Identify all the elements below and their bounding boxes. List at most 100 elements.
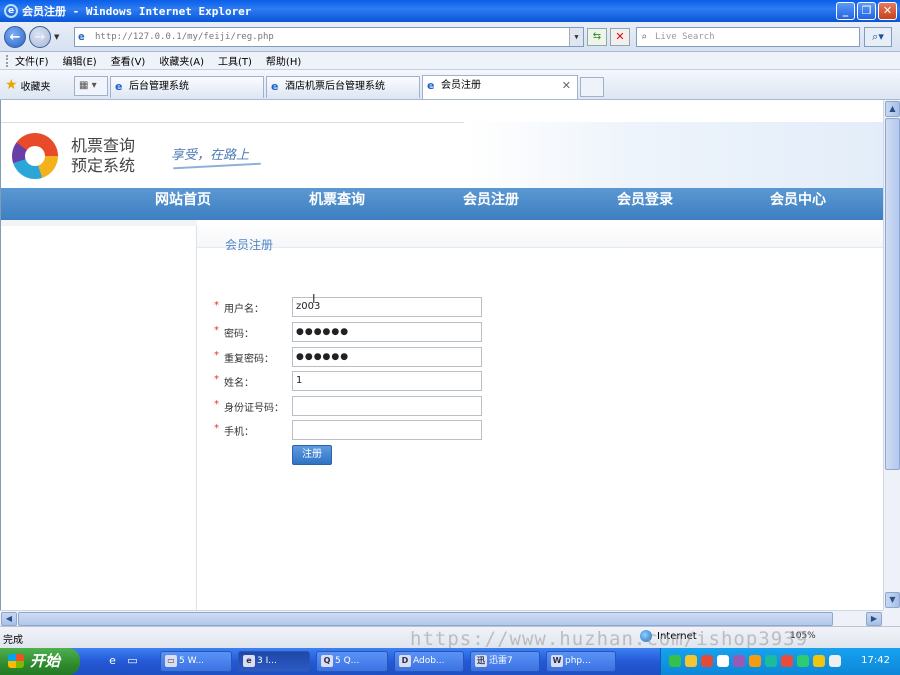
vertical-scrollbar[interactable]: ▲ ▼	[883, 100, 900, 610]
system-tray: 17:42	[660, 648, 900, 675]
task-xunlei[interactable]: 迅迅雷7	[470, 651, 540, 672]
scroll-left-icon[interactable]: ◀	[1, 612, 17, 626]
tab-hotel-admin[interactable]: e 酒店机票后台管理系统	[266, 76, 420, 98]
text-cursor-icon: I	[312, 292, 316, 306]
menu-grip	[6, 54, 9, 67]
scroll-right-icon[interactable]: ▶	[866, 612, 882, 626]
window-title: 会员注册 - Windows Internet Explorer	[22, 5, 252, 18]
favorites-button[interactable]: ★ 收藏夹	[5, 77, 51, 93]
horizontal-scroll-thumb[interactable]	[18, 612, 833, 626]
tray-app-icon[interactable]	[669, 655, 681, 667]
folder-icon: ▭	[165, 655, 177, 667]
required-mark: *	[214, 423, 219, 434]
nav-member-center[interactable]: 会员中心	[770, 188, 826, 220]
scroll-up-icon[interactable]: ▲	[885, 101, 900, 117]
stop-icon[interactable]: ✕	[610, 28, 630, 46]
nav-login[interactable]: 会员登录	[617, 188, 673, 220]
task-qq[interactable]: Q5 Q...	[316, 651, 388, 672]
clock[interactable]: 17:42	[861, 655, 890, 666]
task-adobe[interactable]: D Adob...	[394, 651, 464, 672]
page-icon: e	[78, 30, 85, 43]
name-input[interactable]: 1	[292, 371, 482, 391]
scroll-down-icon[interactable]: ▼	[885, 592, 900, 608]
nav-home[interactable]: 网站首页	[155, 188, 211, 220]
header-banner	[464, 122, 883, 188]
search-field-icon: ⌕	[641, 32, 648, 43]
dreamweaver-icon: D	[399, 655, 411, 667]
history-dropdown-icon[interactable]: ▼	[54, 33, 59, 41]
menu-help[interactable]: 帮助(H)	[266, 53, 301, 68]
phone-input[interactable]	[292, 420, 482, 440]
forward-button[interactable]: →	[29, 26, 51, 48]
form-row-phone: * 手机：	[214, 420, 514, 440]
site-logo-icon	[12, 133, 58, 179]
menu-favorites[interactable]: 收藏夹(A)	[159, 53, 204, 68]
menu-edit[interactable]: 编辑(E)	[63, 53, 97, 68]
start-button[interactable]: 开始	[0, 648, 80, 675]
ie-logo-icon: e	[4, 4, 18, 18]
maximize-button[interactable]: ❐	[857, 2, 876, 20]
form-row-username: * 用户名： z003	[214, 297, 514, 317]
refresh-icon[interactable]: ⇆	[587, 28, 607, 46]
password-label: 密码：	[224, 329, 254, 340]
sidebar	[1, 220, 197, 610]
site-nav: 网站首页 机票查询 会员注册 会员登录 会员中心	[1, 188, 883, 220]
name-label: 姓名：	[224, 378, 254, 389]
tab-bar: ★ 收藏夹 ▦ ▾ e 后台管理系统 e 酒店机票后台管理系统 e 会员注册 ✕	[0, 70, 900, 100]
tray-app-icon[interactable]	[765, 655, 777, 667]
required-mark: *	[214, 399, 219, 410]
address-toolbar: ← → ▼ e http://127.0.0.1/my/feiji/reg.ph…	[0, 22, 900, 52]
username-input[interactable]: z003	[292, 297, 482, 317]
minimize-button[interactable]: _	[836, 2, 855, 20]
tray-app-icon[interactable]	[797, 655, 809, 667]
id-number-input[interactable]	[292, 396, 482, 416]
tray-app-icon[interactable]	[717, 655, 729, 667]
task-ie[interactable]: e3 I...	[238, 651, 310, 672]
form-row-name: * 姓名： 1	[214, 371, 514, 391]
back-button[interactable]: ←	[4, 26, 26, 48]
form-row-id-number: * 身份证号码：	[214, 396, 514, 416]
phone-label: 手机：	[224, 427, 254, 438]
quick-tabs-button[interactable]: ▦ ▾	[74, 76, 108, 96]
tray-app-icon[interactable]	[829, 655, 841, 667]
ie-page-icon: e	[271, 80, 279, 93]
qq-icon: Q	[321, 655, 333, 667]
task-folders[interactable]: ▭ 5 W...	[160, 651, 232, 672]
folder-quicklaunch-icon[interactable]: ▭	[124, 653, 141, 670]
address-input[interactable]: e http://127.0.0.1/my/feiji/reg.php ▼	[74, 27, 584, 47]
required-mark: *	[214, 374, 219, 385]
window-titlebar: e 会员注册 - Windows Internet Explorer _ ❐ ✕	[0, 0, 900, 22]
taskbar: 开始 e ▭ ▭ 5 W... e3 I... Q5 Q... D Adob... …	[0, 648, 900, 675]
ie-quicklaunch-icon[interactable]: e	[104, 653, 121, 670]
tray-app-icon[interactable]	[701, 655, 713, 667]
nav-flight-search[interactable]: 机票查询	[309, 188, 365, 220]
confirm-password-input[interactable]: ●●●●●●	[292, 347, 482, 367]
site-slogan: 享受，在路上	[171, 148, 250, 163]
menu-view[interactable]: 查看(V)	[111, 53, 146, 68]
tab-admin-system[interactable]: e 后台管理系统	[110, 76, 264, 98]
vertical-scroll-thumb[interactable]	[885, 118, 900, 470]
close-tab-icon[interactable]: ✕	[562, 76, 571, 96]
nav-register[interactable]: 会员注册	[463, 188, 519, 220]
address-dropdown-icon[interactable]: ▼	[569, 28, 583, 46]
star-icon: ★	[5, 77, 18, 93]
site-header: 机票查询 预定系统 享受，在路上	[1, 122, 883, 188]
tray-app-icon[interactable]	[685, 655, 697, 667]
tray-app-icon[interactable]	[749, 655, 761, 667]
search-input[interactable]: ⌕ Live Search	[636, 27, 860, 47]
menu-tools[interactable]: 工具(T)	[218, 53, 252, 68]
close-window-button[interactable]: ✕	[878, 2, 897, 20]
search-button[interactable]: ⌕▾	[864, 27, 892, 47]
register-button[interactable]: 注册	[292, 445, 332, 465]
ie-page-icon: e	[115, 80, 123, 93]
horizontal-scrollbar[interactable]: ◀ ▶	[0, 610, 883, 626]
menu-file[interactable]: 文件(F)	[15, 53, 49, 68]
tray-app-icon[interactable]	[813, 655, 825, 667]
tray-app-icon[interactable]	[781, 655, 793, 667]
task-php[interactable]: Wphp...	[546, 651, 616, 672]
tray-app-icon[interactable]	[733, 655, 745, 667]
password-input[interactable]: ●●●●●●	[292, 322, 482, 342]
new-tab-button[interactable]	[580, 77, 604, 97]
form-row-confirm-password: * 重复密码： ●●●●●●	[214, 347, 514, 367]
tab-member-register[interactable]: e 会员注册 ✕	[422, 75, 578, 99]
